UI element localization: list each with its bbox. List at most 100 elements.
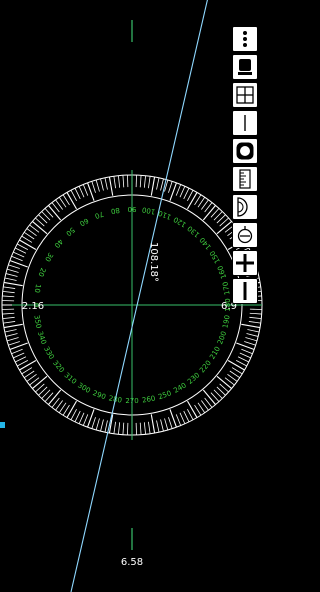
dial-tick bbox=[245, 337, 258, 342]
degree-label: 130 bbox=[186, 224, 201, 239]
dial-tick bbox=[66, 192, 77, 210]
bottom-reading: 6.58 bbox=[121, 557, 143, 568]
dial-tick bbox=[13, 352, 25, 359]
protractor-button[interactable] bbox=[232, 194, 258, 220]
dial-tick bbox=[62, 194, 70, 206]
dial-tick bbox=[183, 410, 190, 423]
line-icon bbox=[244, 115, 246, 131]
degree-label: 190 bbox=[221, 314, 231, 329]
dial-tick bbox=[179, 186, 186, 198]
dial-tick bbox=[143, 422, 146, 435]
more-options-button[interactable] bbox=[232, 26, 258, 52]
dial-tick bbox=[8, 264, 20, 269]
dial-tick bbox=[21, 235, 33, 243]
degree-label: 210 bbox=[208, 345, 222, 361]
dial-tick bbox=[104, 177, 108, 190]
degree-label: 120 bbox=[172, 215, 188, 229]
dial-tick bbox=[175, 414, 182, 426]
dial-tick bbox=[246, 333, 259, 337]
zoom-out-button[interactable] bbox=[232, 278, 258, 304]
dial-tick bbox=[249, 316, 262, 319]
dial-tick bbox=[78, 186, 85, 198]
camera-icon bbox=[238, 59, 252, 75]
degree-label: 260 bbox=[141, 394, 156, 404]
dial-tick bbox=[74, 410, 81, 423]
dial-tick bbox=[150, 414, 156, 434]
degree-label: 70 bbox=[94, 210, 105, 221]
dial-tick bbox=[175, 184, 182, 196]
protractor-screen[interactable]: 0102030405060708090100110120130140150160… bbox=[0, 0, 266, 592]
dial-tick bbox=[143, 175, 146, 188]
dial-tick bbox=[231, 367, 243, 375]
grid-button[interactable] bbox=[232, 82, 258, 108]
circle-tool-button[interactable] bbox=[232, 138, 258, 164]
dial-tick bbox=[139, 175, 142, 188]
dial-tick bbox=[194, 194, 202, 206]
dial-tick bbox=[2, 295, 15, 298]
dial-tick bbox=[32, 375, 48, 389]
tool-toolbar bbox=[232, 26, 260, 304]
degree-label: 50 bbox=[64, 226, 76, 238]
dial-tick bbox=[241, 323, 261, 329]
dial-tick bbox=[187, 400, 198, 418]
dial-tick bbox=[248, 321, 261, 324]
dial-tick bbox=[91, 417, 96, 429]
degree-label: 250 bbox=[157, 389, 172, 401]
protractor-canvas[interactable]: 0102030405060708090100110120130140150160… bbox=[0, 0, 266, 592]
degree-label: 200 bbox=[216, 330, 228, 345]
dial-tick bbox=[150, 176, 156, 196]
dial-tick bbox=[216, 375, 232, 389]
circle-tool-icon bbox=[236, 142, 254, 160]
dial-tick bbox=[19, 360, 37, 371]
dial-tick bbox=[3, 286, 16, 289]
dial-tick bbox=[32, 221, 48, 235]
minus-icon bbox=[243, 282, 247, 300]
more-options-icon bbox=[243, 31, 247, 47]
dial-tick bbox=[122, 175, 125, 188]
degree-label: 320 bbox=[51, 359, 66, 374]
dial-tick bbox=[247, 329, 260, 333]
dial-tick bbox=[202, 389, 216, 405]
degree-label: 170 bbox=[221, 281, 231, 296]
dial-tick bbox=[14, 356, 27, 363]
dial-tick bbox=[17, 243, 28, 250]
dial-tick bbox=[11, 348, 23, 355]
dial-tick bbox=[95, 418, 100, 431]
edge-marker[interactable] bbox=[0, 422, 5, 428]
ruler-button[interactable] bbox=[232, 166, 258, 192]
dial-tick bbox=[139, 422, 142, 435]
dial-tick bbox=[2, 316, 15, 319]
camera-button[interactable] bbox=[232, 54, 258, 80]
dial-tick bbox=[160, 178, 164, 191]
zoom-in-button[interactable] bbox=[232, 250, 258, 276]
dial-tick bbox=[13, 251, 25, 258]
dial-tick bbox=[4, 329, 17, 333]
dial-tick bbox=[8, 341, 20, 346]
dial-tick bbox=[14, 247, 27, 254]
dial-tick bbox=[100, 419, 104, 432]
dial-tick bbox=[21, 367, 33, 375]
dial-tick bbox=[5, 333, 18, 337]
dial-tick bbox=[5, 273, 18, 277]
dial-tick bbox=[237, 356, 250, 363]
dial-tick bbox=[108, 176, 114, 196]
dial-tick bbox=[2, 291, 15, 294]
line-button[interactable] bbox=[232, 110, 258, 136]
dial-tick bbox=[91, 181, 96, 193]
measurement-ray[interactable] bbox=[70, 0, 212, 592]
dial-tick bbox=[6, 268, 19, 273]
dial-tick bbox=[48, 389, 62, 405]
dial-tick bbox=[164, 418, 169, 431]
degree-label: 80 bbox=[110, 206, 120, 215]
level-button[interactable] bbox=[232, 222, 258, 248]
level-icon bbox=[237, 226, 253, 244]
degree-label: 300 bbox=[76, 381, 92, 395]
dial-tick bbox=[187, 190, 194, 201]
degree-label: 330 bbox=[42, 345, 56, 361]
degree-label: 40 bbox=[53, 237, 65, 249]
dial-tick bbox=[3, 281, 23, 287]
dial-tick bbox=[202, 205, 216, 221]
dial-tick bbox=[104, 420, 108, 433]
dial-tick bbox=[187, 409, 194, 420]
dial-tick bbox=[82, 184, 89, 196]
